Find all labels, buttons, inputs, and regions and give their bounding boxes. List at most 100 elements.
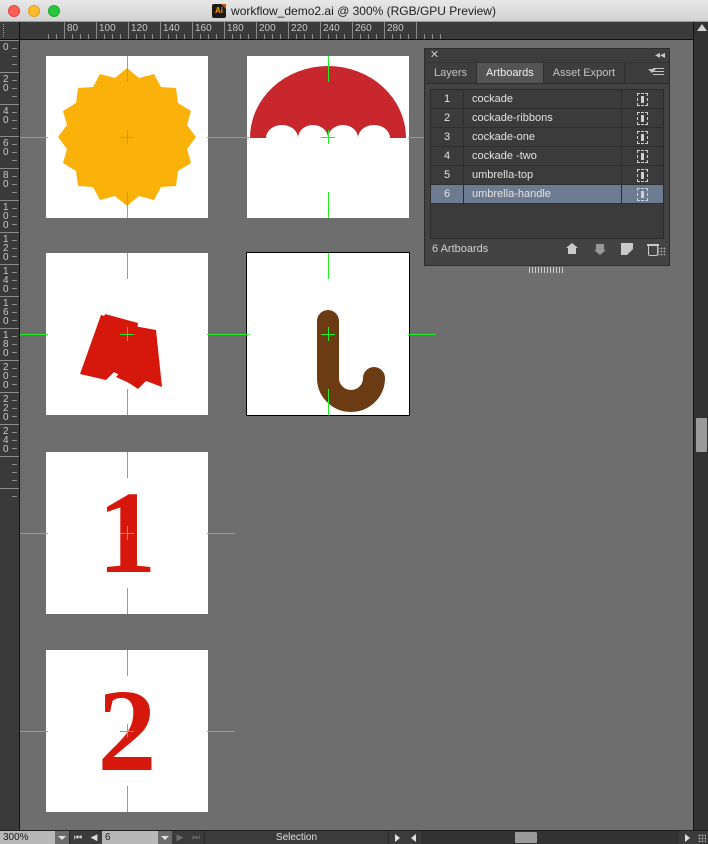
guide-top [127,253,128,279]
ruler-minor-tick [424,34,425,39]
ruler-major-tick [0,200,19,201]
ruler-label-v: 220 [3,394,9,423]
last-artboard-icon[interactable]: ⏭ [188,831,204,844]
title-bar: workflow_demo2.ai @ 300% (RGB/GPU Previe… [0,0,708,22]
artboard-name[interactable]: umbrella-handle [464,185,621,203]
ruler-minor-tick [248,34,249,39]
ruler-minor-tick [12,272,17,273]
artboard-options-icon[interactable] [621,109,663,127]
ruler-label-h: 220 [291,23,308,34]
artboard-row-3[interactable]: 3 cockade-one [431,128,663,147]
ruler-minor-tick [168,34,169,39]
chevron-down-icon[interactable] [158,831,172,844]
guide-bottom [127,588,128,614]
panel-resize-handle[interactable] [529,267,565,273]
close-icon[interactable]: ✕ [429,50,440,61]
ruler-corner[interactable] [0,22,20,40]
ruler-major-tick [64,22,65,39]
ruler-label-v: 120 [3,234,9,263]
guide-bottom [328,389,329,415]
ruler-minor-tick [296,34,297,39]
tab-artboards[interactable]: Artboards [477,63,544,83]
artboard-row-5[interactable]: 5 umbrella-top [431,166,663,185]
artboard-options-icon[interactable] [621,128,663,146]
artboard-row-6[interactable]: 6 umbrella-handle [431,185,663,204]
ruler-minor-tick [280,34,281,39]
ruler-minor-tick [12,464,17,465]
tab-layers-label: Layers [434,67,468,79]
guide-left-5 [221,137,249,138]
vertical-scrollbar[interactable] [693,22,708,830]
ruler-major-tick [0,72,19,73]
artboard-row-2[interactable]: 2 cockade-ribbons [431,109,663,128]
scroll-up-icon[interactable] [697,24,707,31]
scroll-right-icon[interactable] [679,831,695,844]
artboard-row-4[interactable]: 4 cockade -two [431,147,663,166]
artboard-umbrella-top[interactable] [247,56,409,218]
panel-menu-icon[interactable] [648,67,664,79]
artboard-number: 4 [431,147,464,165]
guide-left-1 [20,137,48,138]
horizontal-scrollbar[interactable] [405,831,695,844]
ruler-label-h: 120 [131,23,148,34]
chevron-right-icon[interactable] [389,831,405,844]
ruler-minor-tick [56,34,57,39]
artboard-row-1[interactable]: 1 cockade [431,90,663,109]
arrow-down-icon[interactable] [593,242,607,256]
vertical-ruler[interactable]: 0 20 40 60 80 100 120 140 160 180 200 220 240 [0,40,20,830]
artboard-name[interactable]: cockade -two [464,147,621,165]
artboard-options-icon[interactable] [621,166,663,184]
first-artboard-icon[interactable]: ⏮ [70,831,86,844]
artboard-options-icon[interactable] [621,185,663,203]
resize-grip-icon[interactable] [695,831,708,844]
collapse-panel-icon[interactable]: ◂◂ [655,50,665,61]
ruler-minor-tick [432,34,433,39]
scroll-left-icon[interactable] [405,831,421,844]
artboard-options-icon[interactable] [621,90,663,108]
ruler-minor-tick [12,400,17,401]
new-artboard-icon[interactable] [621,243,633,255]
ruler-minor-tick [328,34,329,39]
tab-layers[interactable]: Layers [425,63,478,83]
ruler-minor-tick [264,34,265,39]
ruler-minor-tick [336,34,337,39]
horizontal-scroll-thumb[interactable] [515,832,537,843]
ruler-label-v: 160 [3,298,9,327]
ruler-minor-tick [12,248,17,249]
resize-grip-icon[interactable] [657,247,666,256]
zoom-control[interactable]: 300% [0,831,70,844]
ruler-minor-tick [12,352,17,353]
zoom-value[interactable]: 300% [0,831,55,844]
horizontal-ruler[interactable]: 80 100 120 140 160 180 200 220 240 260 280 [20,22,708,40]
artboard-name[interactable]: cockade-ribbons [464,109,621,127]
ruler-major-tick [320,22,321,39]
ruler-label-v: 240 [3,426,9,455]
arrow-up-icon[interactable] [565,242,579,256]
artboard-name[interactable]: cockade-one [464,128,621,146]
next-artboard-icon[interactable]: ▶ [172,831,188,844]
prev-artboard-icon[interactable]: ◀ [86,831,102,844]
artboard-name[interactable]: umbrella-top [464,166,621,184]
artboard-number: 3 [431,128,464,146]
vertical-scroll-thumb[interactable] [696,418,707,452]
panel-tabs[interactable]: Layers Artboards Asset Export [425,63,669,84]
current-tool-label[interactable]: Selection [204,831,389,844]
ruler-label-v: 180 [3,330,9,359]
artboard-cockade-one[interactable]: 1 [46,452,208,614]
artboard-cockade-ribbons[interactable] [46,253,208,415]
artboard-cockade-two[interactable]: 2 [46,650,208,812]
panel-title-bar[interactable]: ✕ ◂◂ [425,49,669,63]
ruler-minor-tick [200,34,201,39]
tab-asset-export[interactable]: Asset Export [543,63,626,83]
chevron-down-icon[interactable] [55,831,69,844]
current-artboard-value[interactable]: 6 [102,831,158,844]
guide-bottom [328,192,329,218]
ruler-minor-tick [360,34,361,39]
artboards-list[interactable]: 1 cockade 2 cockade-ribbons 3 cockade-on… [430,89,664,239]
artboard-umbrella-handle[interactable] [246,252,410,416]
artboard-options-icon[interactable] [621,147,663,165]
artboard-name[interactable]: cockade [464,90,621,108]
artboard-navigator[interactable]: 6 [102,831,172,844]
artboard-cockade[interactable] [46,56,208,218]
artboards-panel[interactable]: ✕ ◂◂ Layers Artboards Asset Export 1 coc… [424,48,670,273]
